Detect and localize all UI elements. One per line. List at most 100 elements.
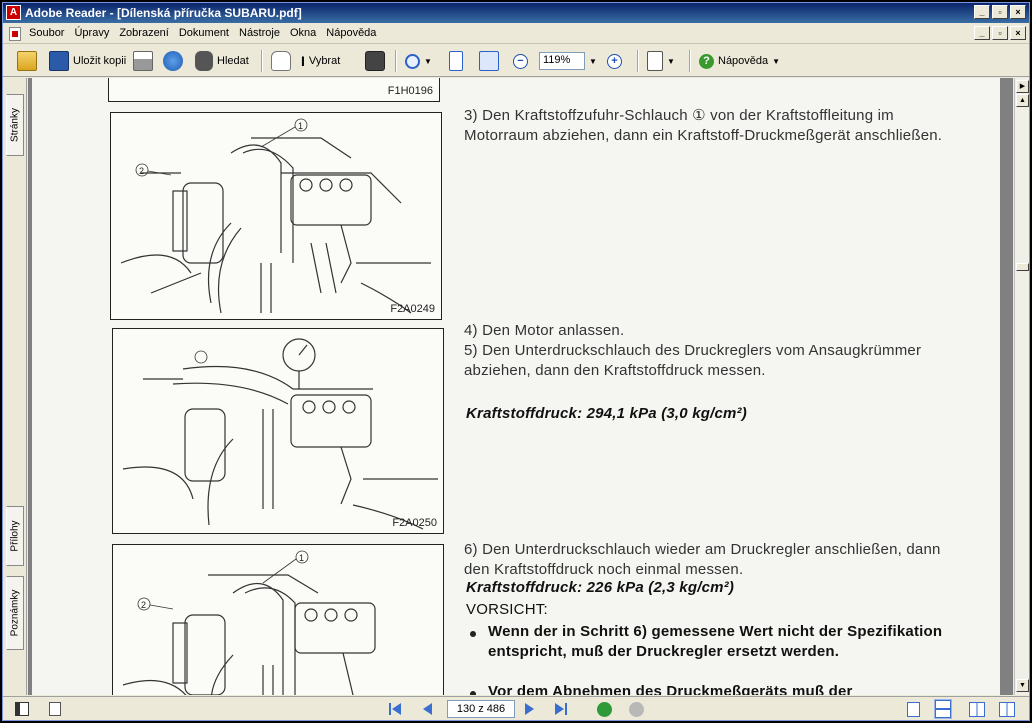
first-page-button[interactable] <box>389 700 401 718</box>
previous-view-button[interactable] <box>597 700 612 718</box>
scrollbar-thumb[interactable] <box>1016 263 1029 271</box>
facing-view-button[interactable] <box>969 700 985 718</box>
zoom-level-input[interactable]: 119% <box>539 52 585 70</box>
select-tool-button[interactable]: I Vybrat <box>301 50 340 72</box>
menu-bar: Soubor Úpravy Zobrazení Dokument Nástroj… <box>3 24 1029 44</box>
page-number-input[interactable]: 130 z 486 <box>447 700 515 718</box>
caution-bullet-1-text: Wenn der in Schritt 6) gemessene Wert ni… <box>488 623 943 660</box>
hand-icon <box>271 51 291 71</box>
forward-arrow-icon <box>629 701 644 717</box>
figure-caption: F2A0250 <box>392 517 437 529</box>
step-6-text: 6) Den Unterdruckschlauch wieder am Druc… <box>464 541 941 578</box>
save-copy-label: Uložit kopii <box>73 55 127 67</box>
email-button[interactable] <box>163 50 183 72</box>
print-button[interactable] <box>133 50 153 72</box>
hand-tool-button[interactable] <box>271 50 291 72</box>
continuous-view-button[interactable] <box>934 699 952 719</box>
next-view-button[interactable] <box>629 700 644 718</box>
continuous-facing-view-button[interactable] <box>999 700 1015 718</box>
last-page-button[interactable] <box>555 700 567 718</box>
help-chevron-icon[interactable]: ▼ <box>772 57 780 66</box>
tab-comments-label: Poznámky <box>9 589 21 637</box>
window-title: Adobe Reader - [Dílenská příručka SUBARU… <box>25 6 302 20</box>
zoom-out-button[interactable]: − <box>513 50 528 72</box>
zoom-in-button[interactable]: + <box>607 50 622 72</box>
floppy-disk-icon <box>49 51 69 71</box>
scroll-up-arrow-icon[interactable]: ▲ <box>1016 94 1029 107</box>
menu-nastroje[interactable]: Nástroje <box>239 27 280 39</box>
minimize-button[interactable]: _ <box>974 5 990 19</box>
save-copy-button[interactable]: Uložit kopii <box>49 50 126 72</box>
search-label: Hledat <box>217 55 249 67</box>
continuous-page-icon <box>934 699 952 719</box>
zoom-dropdown-chevron-icon[interactable]: ▼ <box>589 57 597 66</box>
help-icon: ? <box>699 53 714 69</box>
status-bar: 130 z 486 <box>3 696 1029 720</box>
menu-okna[interactable]: Okna <box>290 27 316 39</box>
figure-regulator-hose: 1 2 <box>112 544 444 695</box>
doc-restore-button[interactable]: ▫ <box>992 26 1008 40</box>
page-icon-button[interactable] <box>49 700 61 718</box>
first-page-icon <box>389 703 391 715</box>
adobe-reader-icon: A <box>6 5 21 20</box>
close-button[interactable]: × <box>1010 5 1026 19</box>
printer-icon <box>133 51 153 71</box>
doc-close-button[interactable]: × <box>1010 26 1026 40</box>
callout-2: 2 <box>139 166 144 176</box>
step-4-text: 4) Den Motor anlassen. <box>464 322 625 339</box>
navigation-panel: Stránky Přílohy Poznámky <box>3 78 27 695</box>
zoom-out-icon: − <box>513 53 528 69</box>
step-3-text: 3) Den Kraftstoffzufuhr-Schlauch ① von d… <box>464 107 943 144</box>
fit-width-icon <box>479 51 499 71</box>
single-page-icon <box>907 701 920 717</box>
caution-bullet-1: Wenn der in Schritt 6) gemessene Wert ni… <box>488 622 950 662</box>
magnifier-plus-icon <box>405 53 420 69</box>
tab-comments[interactable]: Poznámky <box>6 576 24 650</box>
previous-page-icon <box>423 703 432 715</box>
title-bar: A Adobe Reader - [Dílenská příručka SUBA… <box>3 3 1029 23</box>
menu-soubor[interactable]: Soubor <box>29 27 64 39</box>
zoom-tool-button[interactable]: ▼ <box>405 50 432 72</box>
rotate-chevron-icon[interactable]: ▼ <box>667 57 675 66</box>
menu-upravy[interactable]: Úpravy <box>74 27 109 39</box>
help-button[interactable]: ? Nápověda ▼ <box>699 50 780 72</box>
menu-dokument[interactable]: Dokument <box>179 27 229 39</box>
callout-1: 1 <box>298 121 303 131</box>
search-button[interactable]: Hledat <box>195 50 249 72</box>
step-5-text: 5) Den Unterdruckschlauch des Druckregle… <box>464 342 922 379</box>
caution-heading: VORSICHT: <box>466 601 548 618</box>
show-navigation-pane-button[interactable] <box>15 700 29 718</box>
last-page-arrow-icon <box>555 703 564 715</box>
menu-zobrazeni[interactable]: Zobrazení <box>119 27 169 39</box>
scroll-right-arrow-icon[interactable]: ▶ <box>1016 80 1029 93</box>
document-view[interactable]: F1H0196 1 2 F2A0249 F2A0250 1 2 3) Den K… <box>28 78 1013 695</box>
facing-pages-icon <box>969 701 985 717</box>
open-button[interactable] <box>17 50 37 72</box>
next-page-button[interactable] <box>525 700 534 718</box>
caution-bullet-2-text: Vor dem Abnehmen des Druckmeßgeräts muß … <box>488 683 853 695</box>
bullet-dot-icon <box>470 631 476 637</box>
next-page-icon <box>525 703 534 715</box>
figure-caption: F2A0249 <box>390 303 435 315</box>
figure-caption: F1H0196 <box>387 85 433 97</box>
pdf-document-icon[interactable] <box>9 27 21 41</box>
fit-width-button[interactable] <box>479 50 499 72</box>
vertical-scrollbar[interactable]: ▶ ▲ ▼ <box>1014 78 1029 695</box>
menu-napoveda[interactable]: Nápověda <box>326 27 376 39</box>
tab-pages[interactable]: Stránky <box>6 94 24 156</box>
rotate-view-button[interactable]: ▼ <box>647 50 675 72</box>
doc-minimize-button[interactable]: _ <box>974 26 990 40</box>
zoom-in-icon: + <box>607 53 622 69</box>
snapshot-button[interactable] <box>365 50 385 72</box>
fuel-pressure-spec-1: Kraftstoffdruck: 294,1 kPa (3,0 kg/cm²) <box>466 405 747 422</box>
previous-page-button[interactable] <box>423 700 432 718</box>
tab-attachments[interactable]: Přílohy <box>6 506 24 566</box>
folder-open-icon <box>17 51 37 71</box>
single-page-view-button[interactable] <box>907 700 920 718</box>
figure-pressure-gauge: F2A0250 <box>112 328 444 534</box>
scroll-down-arrow-icon[interactable]: ▼ <box>1016 679 1029 692</box>
fit-page-button[interactable] <box>449 50 463 72</box>
chevron-down-icon[interactable]: ▼ <box>424 57 432 66</box>
continuous-facing-icon <box>999 701 1015 717</box>
maximize-button[interactable]: ▫ <box>992 5 1008 19</box>
